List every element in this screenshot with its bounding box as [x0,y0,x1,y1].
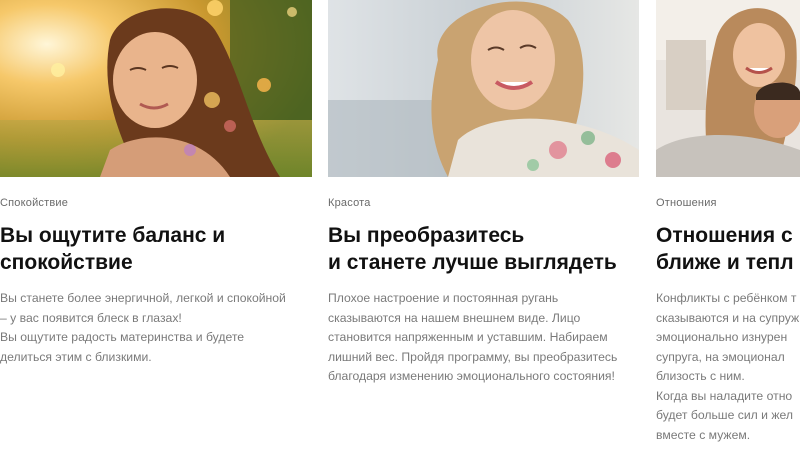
smiling-woman-photo [328,0,639,177]
card-category: Отношения [656,197,717,209]
feature-cards: Спокойствие Вы ощутите баланс и спокойст… [0,0,800,450]
card-description: Плохое настроение и постоянная ругань ск… [328,291,618,383]
card-calm: Спокойствие Вы ощутите баланс и спокойст… [0,0,320,367]
card-title: Вы преобразитесь и станете лучше выгляде… [328,224,617,274]
card-relationships: Отношения Отношения с ближе и тепл Конфл… [656,0,800,445]
woman-sunlight-photo [0,0,312,177]
card-beauty: Красота Вы преобразитесь и станете лучше… [328,0,648,387]
card-category: Красота [328,197,371,209]
card-description: Вы станете более энергичной, легкой и сп… [0,291,286,364]
card-title: Отношения с ближе и тепл [656,224,794,274]
card-description: Конфликты с ребёнком т сказываются и на … [656,291,800,442]
card-category: Спокойствие [0,197,69,209]
card-title: Вы ощутите баланс и спокойствие [0,224,226,274]
couple-photo [656,0,800,177]
